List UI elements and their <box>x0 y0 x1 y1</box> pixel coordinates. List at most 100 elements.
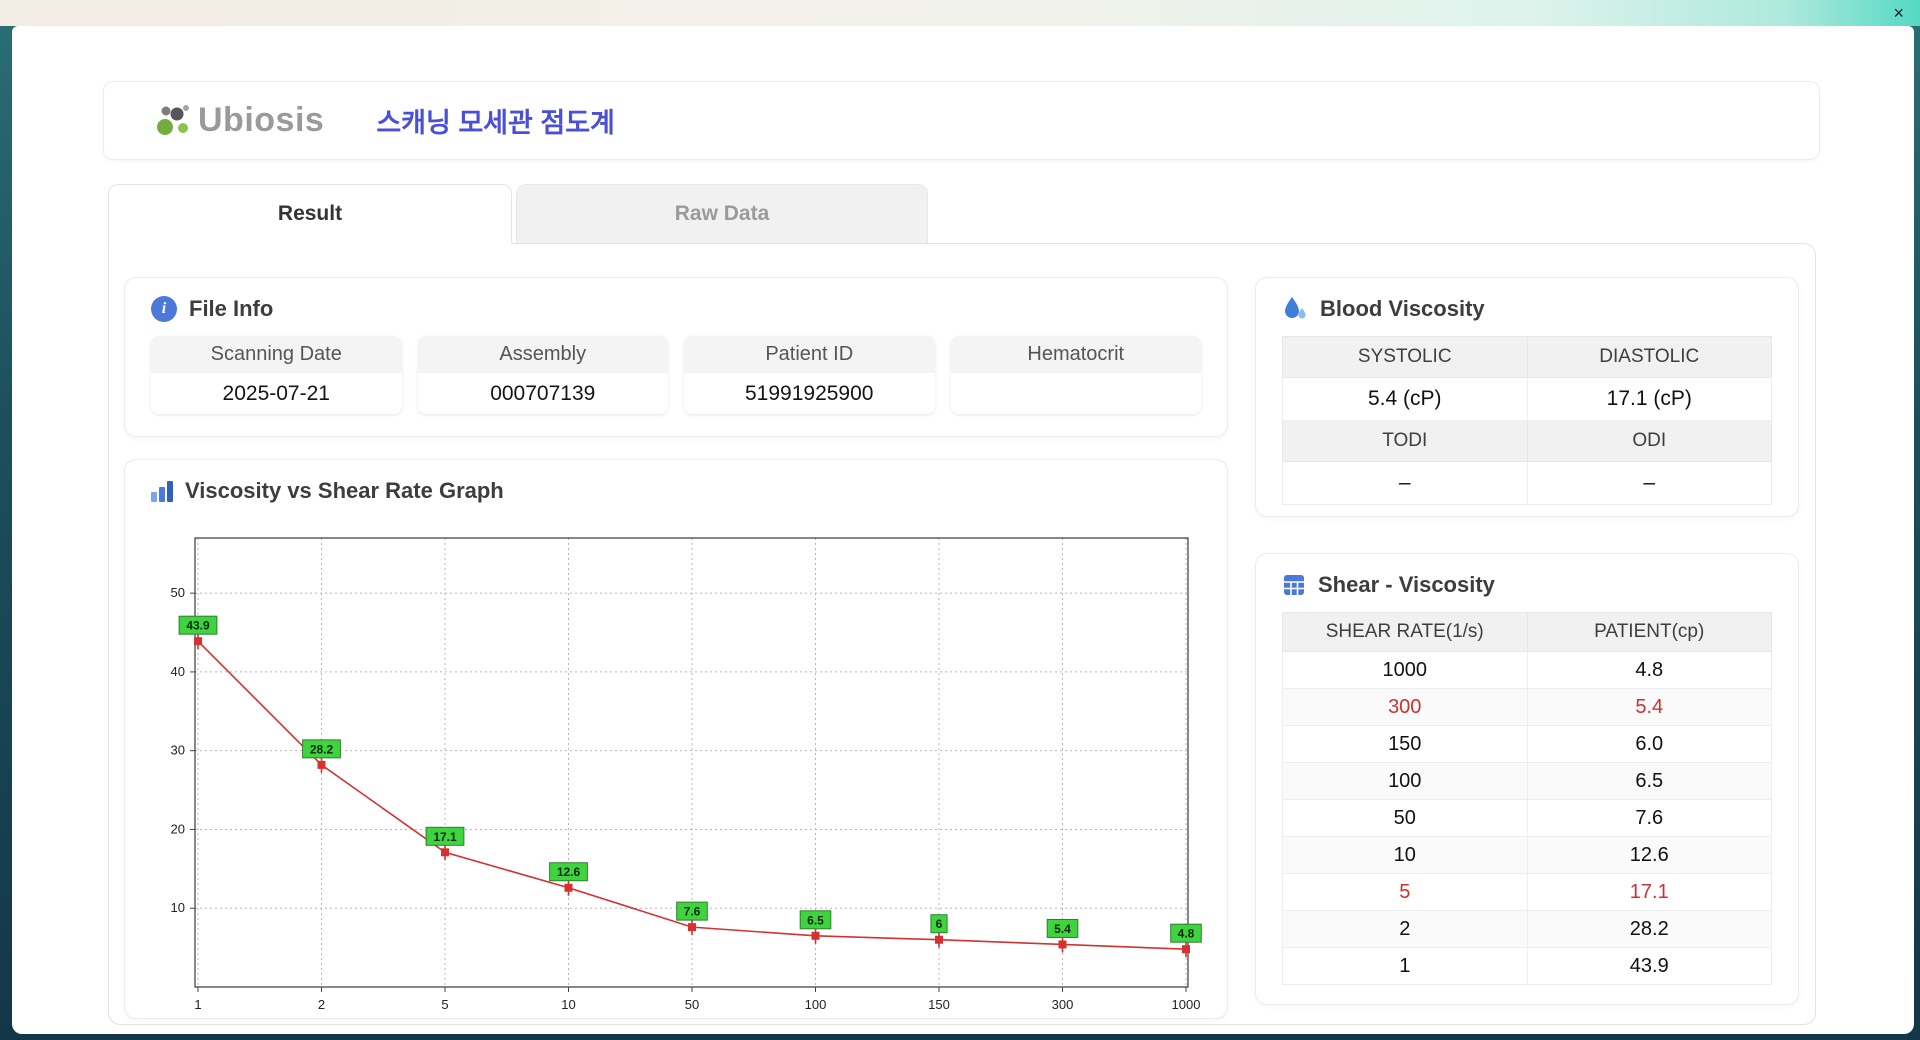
header-card: Ubiosis 스캐닝 모세관 점도계 <box>103 81 1820 160</box>
svg-text:10: 10 <box>561 997 575 1012</box>
field-label: Scanning Date <box>151 336 402 373</box>
shear-table-row: 100 6.5 <box>1282 762 1772 800</box>
shear-table-row: 2 28.2 <box>1282 910 1772 948</box>
graph-title-label: Viscosity vs Shear Rate Graph <box>185 478 504 503</box>
field-label: Hematocrit <box>950 336 1201 373</box>
shear-table-row: 150 6.0 <box>1282 725 1772 763</box>
shear-table-row: 300 5.4 <box>1282 688 1772 726</box>
file-info-card: i File Info Scanning Date 2025-07-21 Assem… <box>124 277 1228 437</box>
blood-viscosity-table: SYSTOLIC DIASTOLIC 5.4 (cP) 17.1 (cP) TO… <box>1282 336 1772 505</box>
calculator-icon <box>1284 575 1304 595</box>
shear-viscosity-card: Shear - Viscosity SHEAR RATE(1/s) PATIEN… <box>1255 553 1799 1005</box>
svg-text:1: 1 <box>194 997 201 1012</box>
shear-rate-cell: 2 <box>1282 910 1528 948</box>
svg-text:100: 100 <box>805 997 827 1012</box>
shear-table-row: 5 17.1 <box>1282 873 1772 911</box>
shear-rate-cell: 10 <box>1282 836 1528 874</box>
info-icon: i <box>151 296 177 322</box>
patient-viscosity-cell: 17.1 <box>1526 873 1772 911</box>
viscosity-chart: 1 2 5 10 50 100 150 300 1000 10 20 30 40 50 43.9 28.2 17… <box>171 537 1202 1012</box>
shear-rate-header: SHEAR RATE(1/s) <box>1282 612 1528 652</box>
shear-table-row: 1000 4.8 <box>1282 651 1772 689</box>
diastolic-value: 17.1 (cP) <box>1526 377 1772 421</box>
field-value: 000707139 <box>417 373 668 414</box>
page-title: 스캐닝 모세관 점도계 <box>376 108 615 138</box>
ubiosis-logo: Ubiosis <box>150 100 324 142</box>
svg-text:50: 50 <box>171 585 185 600</box>
shear-rate-cell: 100 <box>1282 762 1528 800</box>
file-info-field: Scanning Date 2025-07-21 <box>151 336 402 414</box>
graph-title: Viscosity vs Shear Rate Graph <box>151 478 1201 504</box>
blood-viscosity-title-label: Blood Viscosity <box>1320 296 1485 321</box>
file-info-field: Patient ID 51991925900 <box>684 336 935 414</box>
patient-viscosity-cell: 6.5 <box>1526 762 1772 800</box>
window-titlebar: × <box>0 0 1920 26</box>
svg-text:6: 6 <box>936 917 943 931</box>
file-info-field: Hematocrit <box>950 336 1201 414</box>
svg-text:5.4: 5.4 <box>1054 922 1071 936</box>
bar-chart-icon <box>151 480 173 502</box>
shear-rate-cell: 5 <box>1282 873 1528 911</box>
blood-viscosity-card: Blood Viscosity SYSTOLIC DIASTOLIC 5.4 (… <box>1255 277 1799 517</box>
file-info-field: Assembly 000707139 <box>417 336 668 414</box>
blood-viscosity-title: Blood Viscosity <box>1282 296 1772 322</box>
tab-result[interactable]: Result <box>108 184 512 244</box>
svg-text:4.8: 4.8 <box>1178 927 1195 941</box>
svg-text:10: 10 <box>171 900 185 915</box>
shear-rate-cell: 50 <box>1282 799 1528 837</box>
close-icon[interactable]: × <box>1893 2 1904 24</box>
field-value <box>950 373 1201 414</box>
todi-header: TODI <box>1282 420 1528 462</box>
patient-viscosity-cell: 7.6 <box>1526 799 1772 837</box>
shear-viscosity-table: SHEAR RATE(1/s) PATIENT(cp) 1000 4.8 300 5.… <box>1282 612 1772 985</box>
field-value: 51991925900 <box>684 373 935 414</box>
logo-dots-icon <box>157 104 189 135</box>
tab-raw-data[interactable]: Raw Data <box>516 184 928 243</box>
shear-rate-cell: 1000 <box>1282 651 1528 689</box>
patient-viscosity-cell: 43.9 <box>1526 947 1772 985</box>
graph-card: Viscosity vs Shear Rate Graph 1 2 5 10 50 100… <box>124 459 1228 1019</box>
patient-viscosity-cell: 4.8 <box>1526 651 1772 689</box>
field-label: Patient ID <box>684 336 935 373</box>
svg-text:12.6: 12.6 <box>557 865 581 879</box>
systolic-value: 5.4 (cP) <box>1282 377 1528 421</box>
patient-header: PATIENT(cp) <box>1526 612 1772 652</box>
brand-name: Ubiosis <box>198 101 325 139</box>
shear-table-row: 50 7.6 <box>1282 799 1772 837</box>
odi-header: ODI <box>1526 420 1772 462</box>
patient-viscosity-cell: 5.4 <box>1526 688 1772 726</box>
patient-viscosity-cell: 12.6 <box>1526 836 1772 874</box>
svg-text:300: 300 <box>1052 997 1074 1012</box>
field-value: 2025-07-21 <box>151 373 402 414</box>
content-panel: i File Info Scanning Date 2025-07-21 Assem… <box>108 243 1816 1025</box>
svg-text:43.9: 43.9 <box>186 619 210 633</box>
field-label: Assembly <box>417 336 668 373</box>
systolic-header: SYSTOLIC <box>1282 336 1528 378</box>
svg-text:6.5: 6.5 <box>807 913 824 927</box>
shear-table-row: 10 12.6 <box>1282 836 1772 874</box>
svg-text:40: 40 <box>171 664 185 679</box>
svg-text:30: 30 <box>171 743 185 758</box>
todi-value: – <box>1282 461 1528 505</box>
file-info-fields: Scanning Date 2025-07-21 Assembly 000707139… <box>151 336 1201 414</box>
svg-text:50: 50 <box>685 997 699 1012</box>
patient-viscosity-cell: 28.2 <box>1526 910 1772 948</box>
diastolic-header: DIASTOLIC <box>1526 336 1772 378</box>
tab-bar: Result Raw Data <box>108 184 928 244</box>
svg-text:20: 20 <box>171 821 185 836</box>
droplet-icon <box>1285 297 1306 319</box>
svg-text:150: 150 <box>928 997 950 1012</box>
shear-rate-cell: 150 <box>1282 725 1528 763</box>
svg-text:28.2: 28.2 <box>310 742 334 756</box>
svg-text:2: 2 <box>318 997 325 1012</box>
patient-viscosity-cell: 6.0 <box>1526 725 1772 763</box>
app-window: Ubiosis 스캐닝 모세관 점도계 Result Raw Data i Fi… <box>12 26 1914 1034</box>
shear-rate-cell: 1 <box>1282 947 1528 985</box>
shear-viscosity-title: Shear - Viscosity <box>1282 572 1772 598</box>
file-info-title-label: File Info <box>189 296 274 321</box>
shear-rate-cell: 300 <box>1282 688 1528 726</box>
odi-value: – <box>1526 461 1772 505</box>
svg-text:17.1: 17.1 <box>433 830 457 844</box>
file-info-title: i File Info <box>151 296 1201 322</box>
shear-table-row: 1 43.9 <box>1282 947 1772 985</box>
